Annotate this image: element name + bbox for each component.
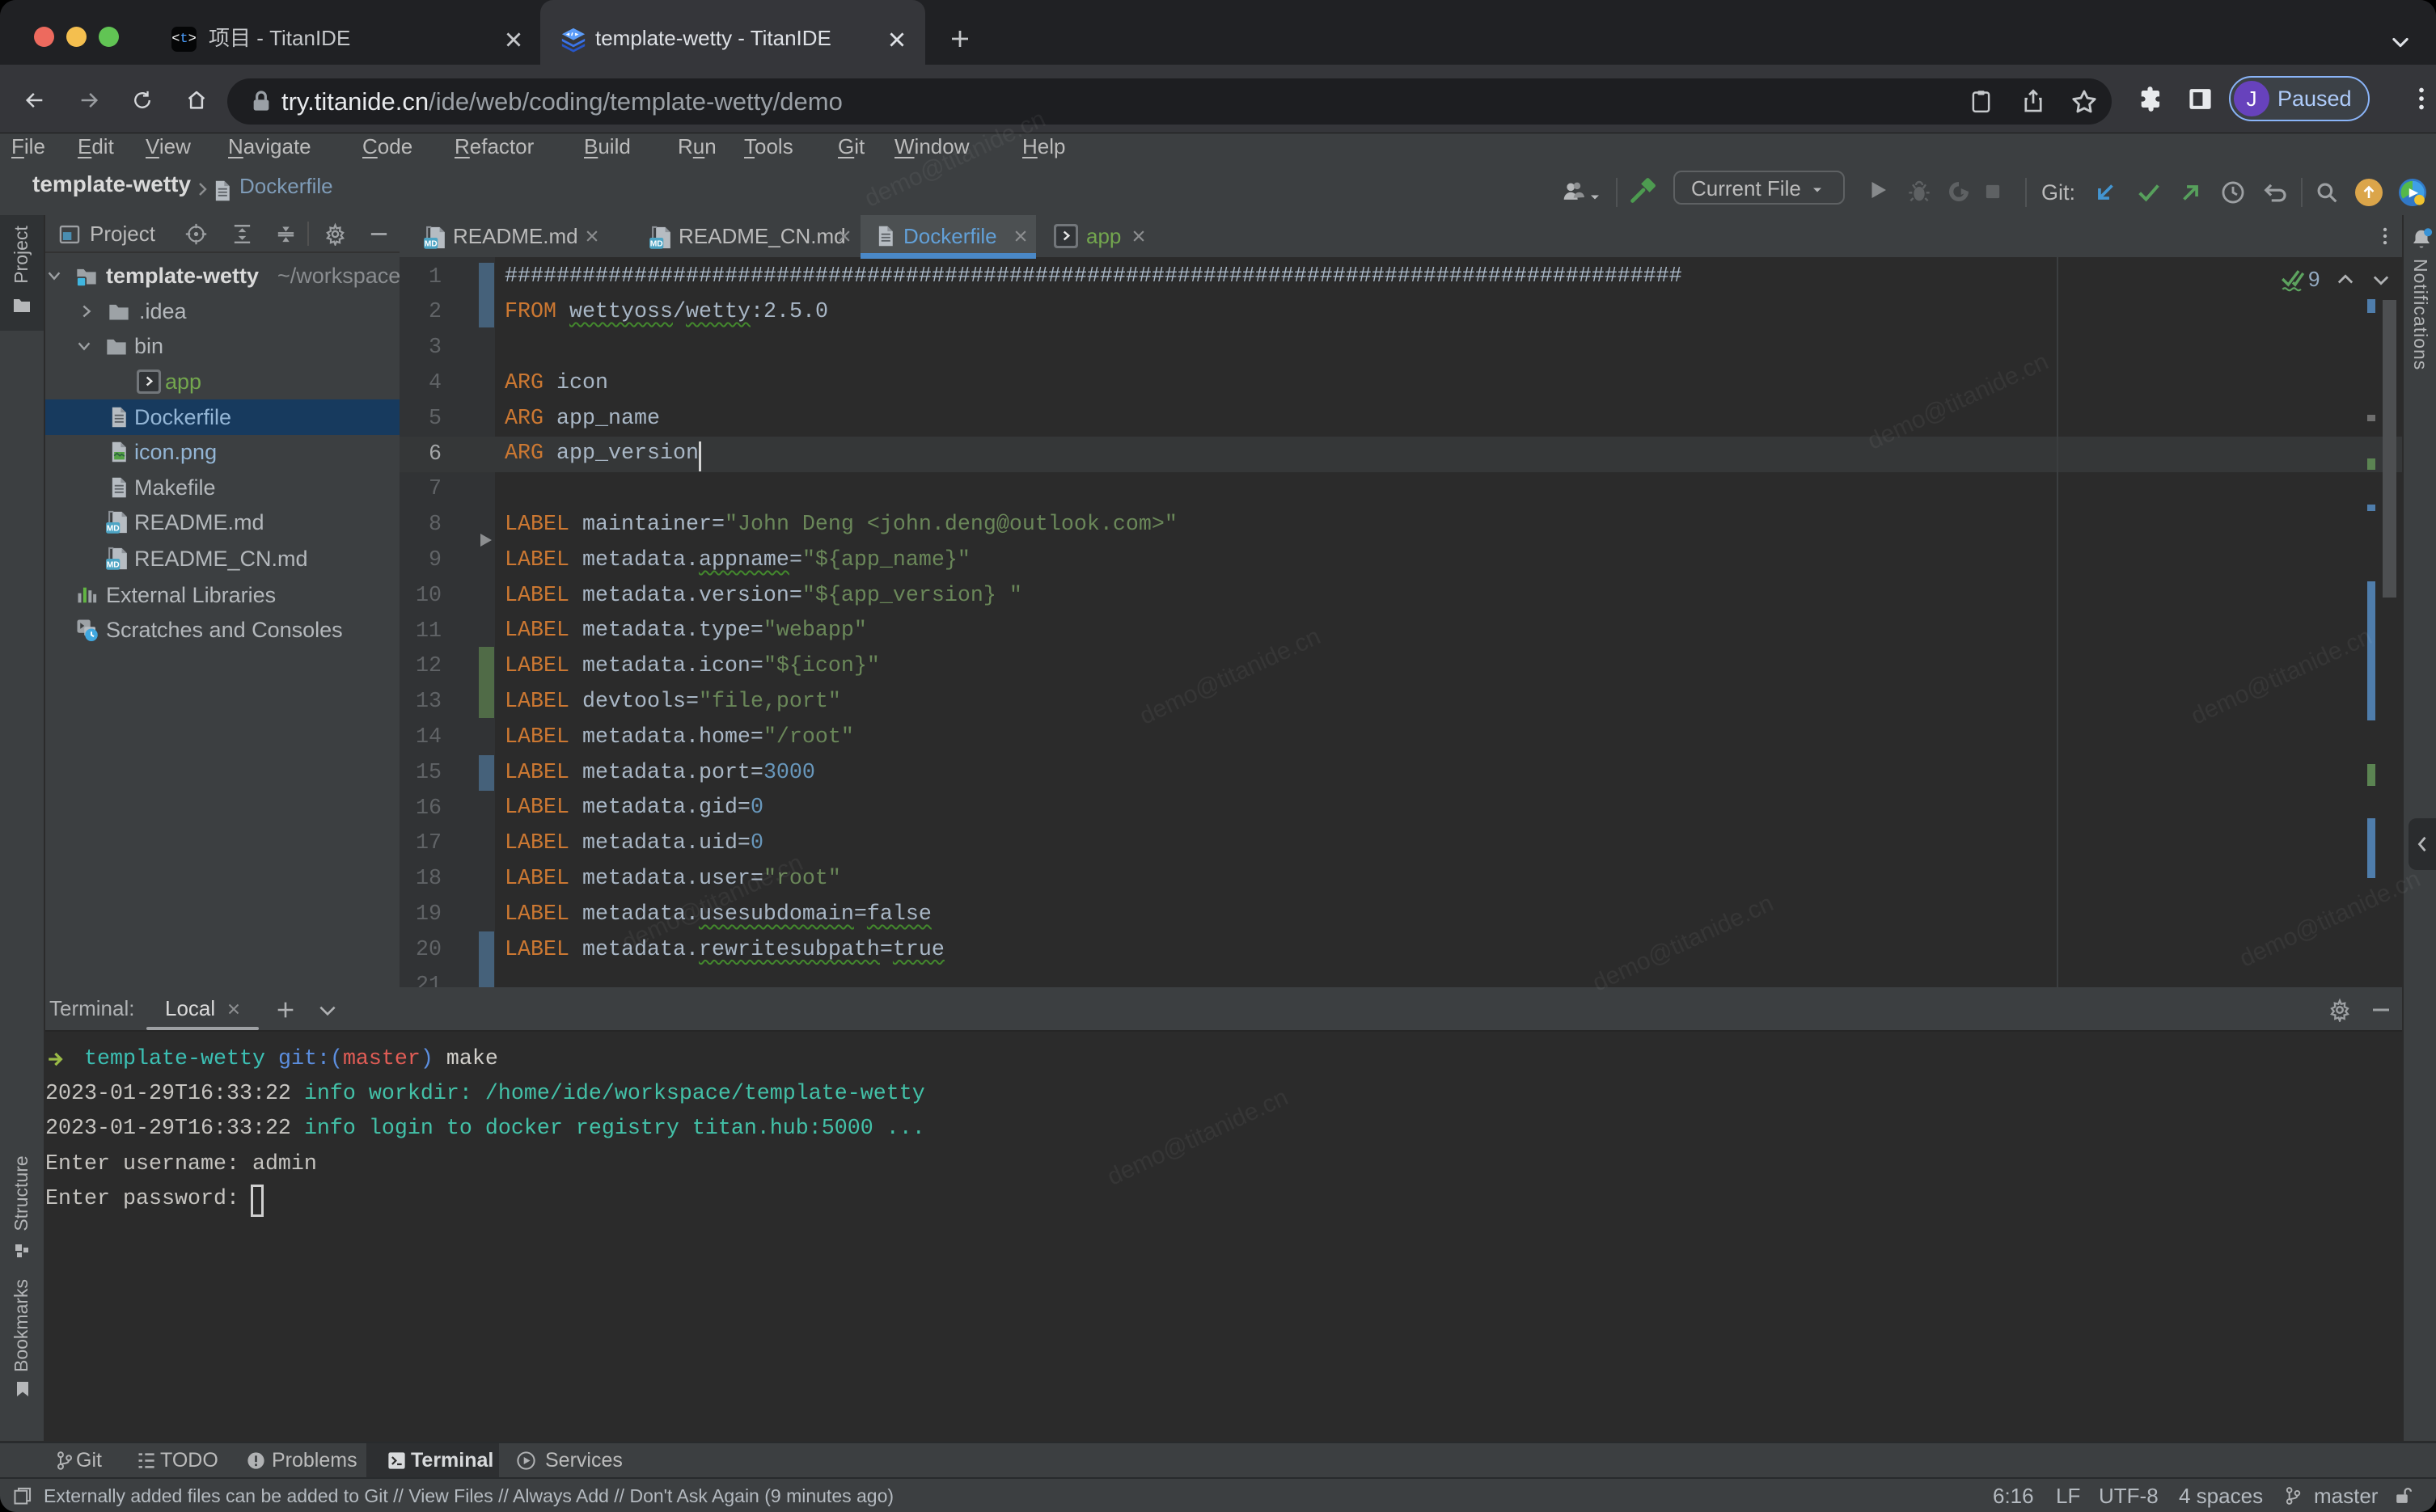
svg-text:MD: MD: [107, 561, 120, 570]
svg-text:MD: MD: [107, 525, 120, 534]
svg-text:MD: MD: [650, 240, 663, 249]
svg-text:MD: MD: [425, 240, 438, 249]
